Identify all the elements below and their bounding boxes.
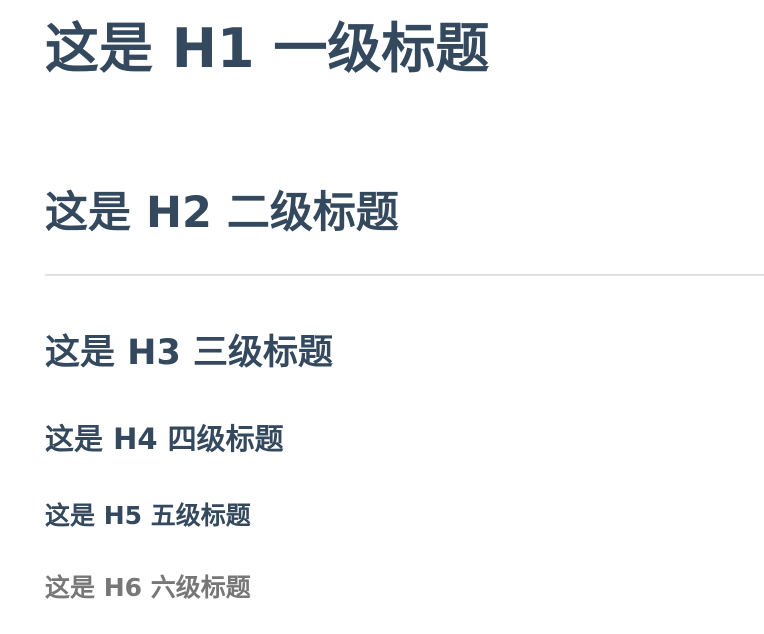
heading-level-4: 这是 H4 四级标题 bbox=[45, 422, 284, 456]
heading-level-3: 这是 H3 三级标题 bbox=[45, 333, 334, 373]
h2-underline-divider bbox=[45, 274, 764, 276]
heading-level-2: 这是 H2 二级标题 bbox=[45, 188, 399, 238]
heading-level-5: 这是 H5 五级标题 bbox=[45, 501, 251, 530]
heading-level-6: 这是 H6 六级标题 bbox=[45, 573, 251, 602]
heading-level-1: 这是 H1 一级标题 bbox=[45, 17, 490, 80]
